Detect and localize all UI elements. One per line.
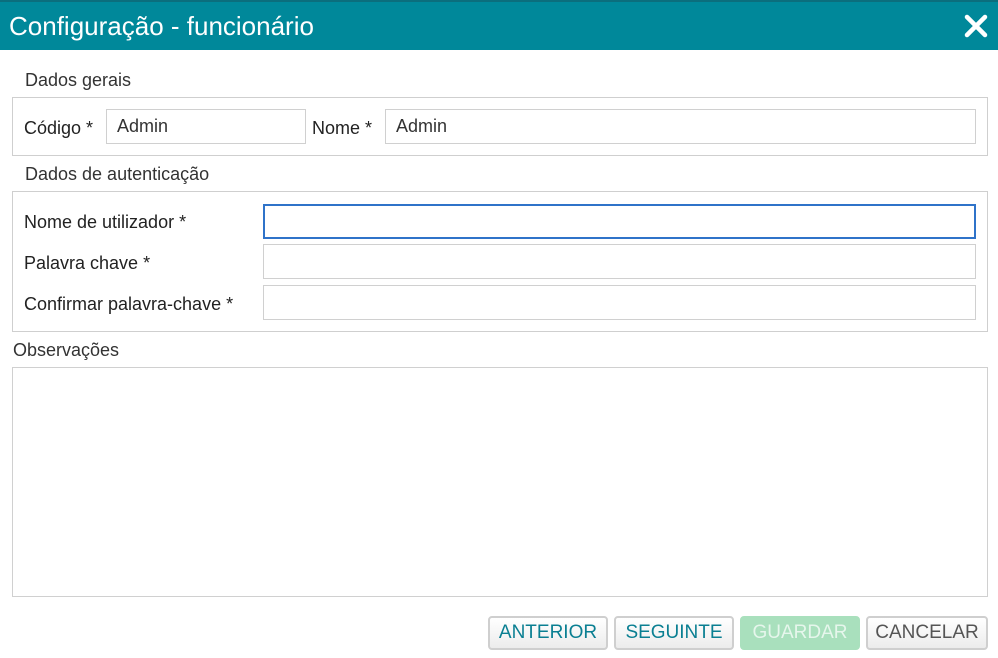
close-icon-glyph [964,14,988,38]
confirm-password-input[interactable] [263,285,976,320]
name-input[interactable] [385,109,976,144]
auth-section-title: Dados de autenticação [25,164,210,184]
password-label: Palavra chave * [24,253,151,273]
code-input[interactable] [106,109,306,144]
close-icon[interactable] [964,14,988,38]
confirm-password-label: Confirmar palavra-chave * [24,294,234,314]
name-label: Nome * [312,118,373,138]
employee-config-dialog: Configuração - funcionário Dados gerais … [0,0,998,658]
username-input[interactable] [263,204,976,239]
dialog-title: Configuração - funcionário [9,11,314,41]
general-section-title: Dados gerais [25,70,132,90]
code-label: Código * [24,118,94,138]
next-button[interactable]: SEGUINTE [614,616,734,650]
dialog-titlebar: Configuração - funcionário [0,0,998,50]
general-section-box: Código * Nome * [12,97,988,156]
password-input[interactable] [263,244,976,279]
auth-section-box: Nome de utilizador * Palavra chave * Con… [12,191,988,332]
notes-textarea[interactable] [12,367,988,597]
username-label: Nome de utilizador * [24,212,187,232]
cancel-button[interactable]: CANCELAR [866,616,988,650]
save-button[interactable]: GUARDAR [740,616,860,650]
previous-button[interactable]: ANTERIOR [488,616,608,650]
notes-label: Observações [13,340,120,360]
